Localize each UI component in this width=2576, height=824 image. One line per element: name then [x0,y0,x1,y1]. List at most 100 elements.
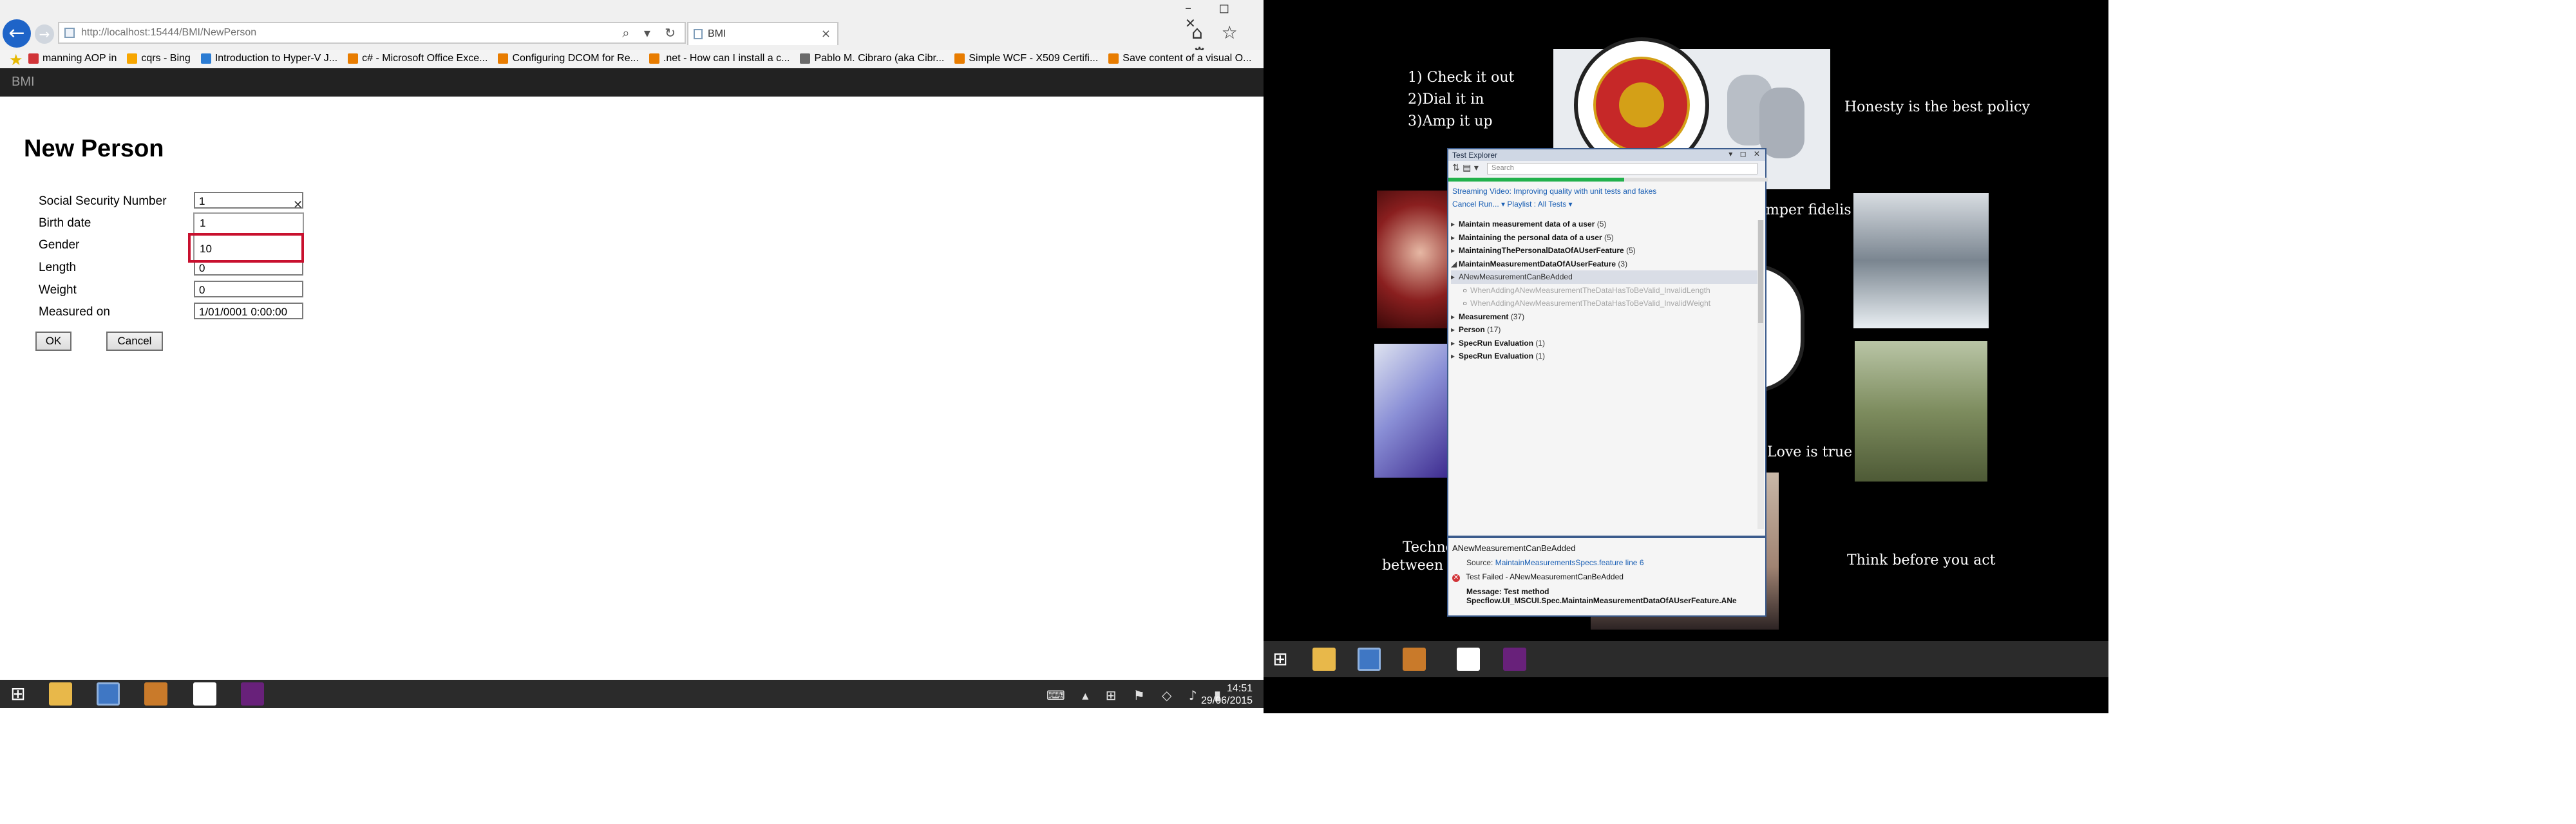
favorite-site-icon [498,53,509,64]
streaming-video-link[interactable]: Streaming Video: Improving quality with … [1452,187,1656,196]
wallpaper-honesty: Honesty is the best policy [1844,99,2030,115]
visual-studio-icon[interactable] [1503,648,1526,671]
panel-divider[interactable] [1448,536,1765,538]
test-label: SpecRun Evaluation [1459,338,1534,348]
favorite-label: cqrs - Bing [141,53,191,64]
test-label: SpecRun Evaluation [1459,351,1534,360]
test-search-input[interactable]: Search [1487,163,1757,174]
test-item-row[interactable]: ○ WhenAddingANewMeasurementTheDataHasToBe… [1451,297,1764,310]
measured-on-label: Measured on [39,305,110,319]
back-button[interactable]: ← [3,19,31,48]
favorite-site-icon [28,53,39,64]
test-tree-scrollbar[interactable] [1757,220,1764,529]
weight-label: Weight [39,283,77,297]
start-icon[interactable]: ⊞ [1269,648,1292,671]
media-player-icon[interactable] [1403,648,1426,671]
wallpaper-think: Think before you act [1847,552,1996,568]
test-progress-fill [1448,178,1624,182]
failed-text: Test Failed - ANewMeasurementCanBeAdded [1466,572,1624,581]
favorite-link[interactable]: Simple WCF - X509 Certifi... [954,53,1098,64]
detail-test-name: ANewMeasurementCanBeAdded [1452,543,1576,553]
file-explorer-icon[interactable] [1312,648,1336,671]
favorite-link[interactable]: .net - How can I install a c... [649,53,790,64]
test-group-row[interactable]: ▸ MaintainingThePersonalDataOfAUserFeatur… [1451,244,1764,258]
test-group-row[interactable]: ▸ SpecRun Evaluation (1) [1451,350,1764,363]
expand-arrow-icon[interactable]: ▸ [1451,337,1459,350]
autocomplete-option[interactable]: 1 [200,217,205,230]
expand-arrow-icon[interactable]: ▸ [1451,350,1459,362]
tab-close-icon[interactable]: × [821,27,831,41]
media-player-icon[interactable] [144,682,167,706]
test-group-row[interactable]: ▸ Maintain measurement data of a user (5) [1451,218,1764,231]
right-taskbar: ⊞ [1264,641,2108,677]
test-group-row[interactable]: ▸ SpecRun Evaluation (1) [1451,337,1764,350]
clock[interactable]: 14:51 29/06/2015 [1201,682,1253,707]
app-icon[interactable] [193,682,216,706]
test-actions[interactable]: Cancel Run... ▾ Playlist : All Tests ▾ [1452,200,1573,209]
address-url[interactable]: http://localhost:15444/BMI/NewPerson [81,27,256,39]
internet-explorer-icon[interactable] [97,682,120,706]
ok-button[interactable]: OK [35,332,71,351]
favorite-link[interactable]: c# - Microsoft Office Exce... [348,53,488,64]
favorite-site-icon [1108,53,1119,64]
favorites-star-icon[interactable]: ★ [9,51,23,69]
test-item-row[interactable]: ○ WhenAddingANewMeasurementTheDataHasToBe… [1451,284,1764,297]
expand-arrow-icon[interactable]: ▸ [1451,244,1459,257]
scrollbar-thumb[interactable] [1758,220,1763,323]
address-bar[interactable]: http://localhost:15444/BMI/NewPerson ⌕ ▾… [58,22,686,44]
left-monitor: – ◻ ✕ ← → http://localhost:15444/BMI/New… [0,0,1264,708]
visual-studio-icon[interactable] [241,682,264,706]
test-tree: ▸ Maintain measurement data of a user (5)… [1451,218,1764,363]
expand-arrow-icon[interactable]: ▸ [1451,323,1459,336]
test-detail-pane: ANewMeasurementCanBeAdded Source: Mainta… [1452,543,1761,605]
favorite-label: manning AOP in [43,53,117,64]
clear-icon[interactable]: ✕ [293,198,303,212]
app-icon[interactable] [1457,648,1480,671]
forward-button[interactable]: → [35,24,54,44]
test-label: Maintain measurement data of a user [1459,220,1595,229]
ssn-input[interactable]: 1 [194,192,303,209]
detail-failed-status: ✕ Test Failed - ANewMeasurementCanBeAdde… [1452,572,1761,582]
not-run-icon[interactable]: ○ [1463,297,1470,310]
expand-arrow-icon[interactable]: ▸ [1451,270,1459,283]
test-group-row[interactable]: ▸ Person (17) [1451,323,1764,337]
measured-on-input[interactable]: 1/01/0001 0:00:00 [194,303,303,319]
page-icon [64,28,75,38]
favorite-link[interactable]: Introduction to Hyper-V J... [200,53,337,64]
favorite-link[interactable]: Pablo M. Cibraro (aka Cibr... [800,53,944,64]
test-explorer-title: Test Explorer [1452,151,1498,160]
not-run-icon[interactable]: ○ [1463,284,1470,297]
file-explorer-icon[interactable] [49,682,72,706]
test-explorer-window-buttons[interactable]: ▾ ◻ ✕ [1728,149,1763,158]
app-brand-link[interactable]: BMI [12,75,35,89]
cancel-button[interactable]: Cancel [106,332,163,351]
system-tray-icons[interactable]: ⌨ ▴ ⊞ ⚑ ◇ ♪ ▮ [1046,688,1227,703]
favorite-link[interactable]: Save content of a visual O... [1108,53,1251,64]
expand-arrow-icon[interactable]: ▸ [1451,218,1459,230]
test-group-row[interactable]: ▸ Maintaining the personal data of a user… [1451,231,1764,245]
test-label: Maintaining the personal data of a user [1459,232,1602,242]
expand-arrow-icon[interactable]: ◢ [1451,258,1459,270]
favorite-label: Save content of a visual O... [1122,53,1252,64]
start-icon[interactable]: ⊞ [6,682,30,706]
expand-arrow-icon[interactable]: ▸ [1451,231,1459,244]
weight-input[interactable]: 0 [194,281,303,297]
group-by-icon[interactable]: ⇅ ▤ ▾ [1452,163,1479,173]
test-item-row[interactable]: ▸ ANewMeasurementCanBeAdded [1451,270,1764,284]
favorite-link[interactable]: cqrs - Bing [127,53,191,64]
test-group-row[interactable]: ◢ MaintainMeasurementDataOfAUserFeature (… [1451,258,1764,271]
favorite-link[interactable]: Configuring DCOM for Re... [498,53,639,64]
test-group-row[interactable]: ▸ Measurement (37) [1451,310,1764,324]
back-arrow-icon: ← [8,22,25,44]
address-bar-icons[interactable]: ⌕ ▾ ↻ [622,25,681,41]
test-count: (5) [1626,246,1636,255]
favorite-link[interactable]: manning AOP in [28,53,117,64]
ssn-label: Social Security Number [39,194,167,208]
app-navbar: BMI [0,68,1264,97]
tab-page-icon [694,29,703,39]
internet-explorer-icon[interactable] [1358,648,1381,671]
source-link[interactable]: MaintainMeasurementsSpecs.feature line 6 [1495,558,1644,567]
expand-arrow-icon[interactable]: ▸ [1451,310,1459,323]
tab-bmi[interactable]: BMI × [687,22,838,45]
right-monitor: 1) Check it out 2)Dial it in 3)Amp it up… [1264,0,2108,713]
